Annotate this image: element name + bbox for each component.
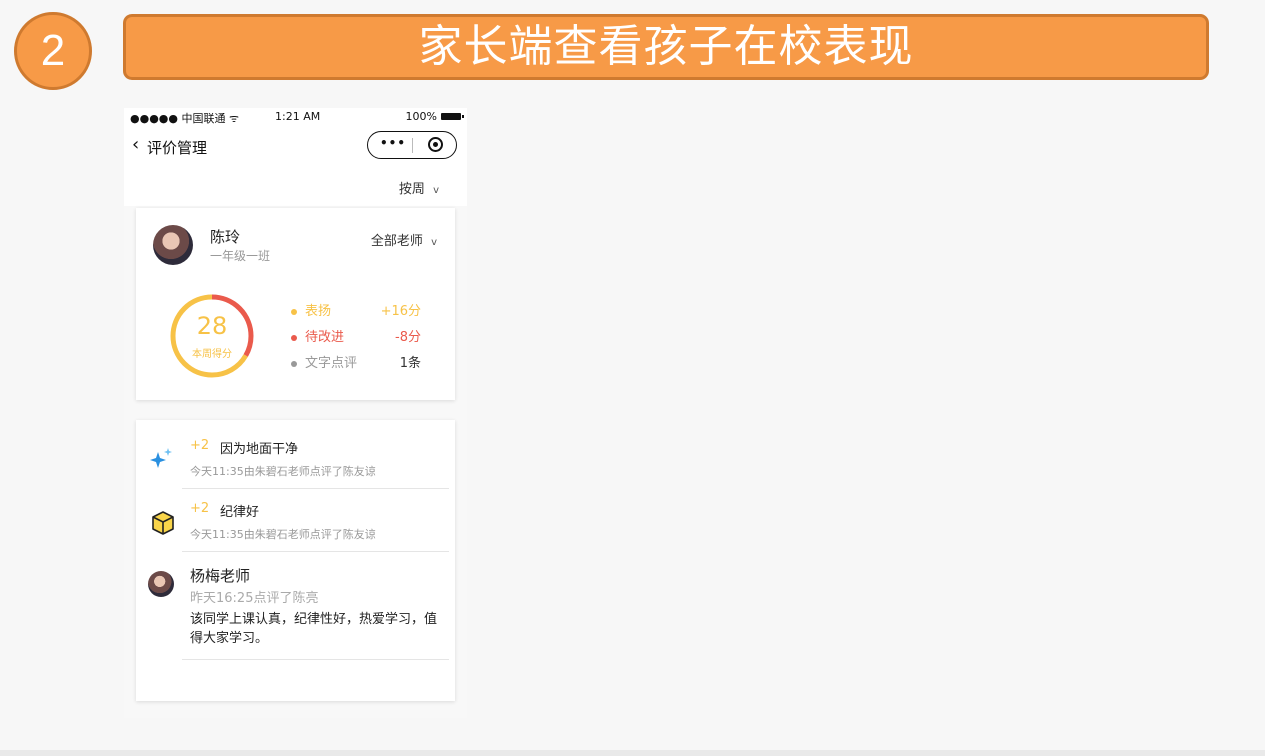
more-dots-icon[interactable]: ••• (380, 136, 406, 150)
entry-meta: 今天11:35由朱碧石老师点评了陈友谅 (190, 528, 376, 541)
close-target-icon[interactable] (428, 137, 443, 152)
nav-bar: ‹ 评价管理 ••• (124, 126, 467, 166)
stat-row-improve: 待改进 -8分 (291, 326, 421, 345)
carrier-signal: ●●●●● 中国联通 ᯤ (130, 112, 240, 125)
comment-dot-icon (291, 360, 297, 367)
teacher-avatar (148, 571, 174, 597)
stat-value: 1条 (399, 356, 421, 371)
teacher-name: 杨梅老师 (190, 567, 251, 585)
miniprogram-capsule: ••• (367, 131, 457, 159)
battery-status: 100% (405, 110, 464, 123)
period-filter-dropdown[interactable]: 按周 v (399, 178, 439, 197)
capsule-divider (412, 138, 413, 153)
weekly-score-label: 本周得分 (192, 349, 232, 360)
filter-strip: 按周 v (124, 166, 467, 206)
battery-percent: 100% (405, 110, 437, 123)
phone-mockup: ●●●●● 中国联通 ᯤ 1:21 AM 100% ‹ 评价管理 ••• 按周 … (124, 108, 467, 718)
list-divider (182, 551, 449, 552)
student-avatar (153, 225, 193, 265)
page-title: 评价管理 (147, 139, 208, 157)
praise-dot-icon (291, 308, 297, 315)
student-class: 一年级一班 (210, 249, 271, 263)
bottom-band (0, 750, 1265, 756)
battery-icon (441, 113, 464, 120)
period-filter-label: 按周 (398, 182, 425, 197)
stat-label: 待改进 (305, 330, 345, 345)
teacher-filter-label: 全部老师 (370, 234, 423, 249)
improve-dot-icon (291, 334, 297, 341)
chevron-down-icon: v (431, 237, 437, 248)
list-divider (182, 488, 449, 489)
comment-meta: 昨天16:25点评了陈亮 (190, 591, 319, 606)
stat-value: +16分 (380, 304, 421, 319)
step-number-badge: 2 (14, 12, 92, 90)
back-chevron-icon[interactable]: ‹ (132, 135, 139, 155)
stat-label: 文字点评 (305, 356, 358, 371)
entry-reason: 因为地面干净 (220, 442, 299, 457)
student-name: 陈玲 (210, 228, 241, 246)
stat-value: -8分 (395, 330, 421, 345)
box-icon (152, 511, 174, 535)
stat-row-comment: 文字点评 1条 (291, 352, 421, 371)
sparkle-icon (150, 448, 172, 468)
teacher-filter-dropdown[interactable]: 全部老师 v (371, 230, 437, 249)
slide-title: 家长端查看孩子在校表现 (123, 14, 1209, 80)
stat-label: 表扬 (305, 304, 332, 319)
entry-reason: 纪律好 (220, 505, 260, 520)
weekly-score-value: 28 (196, 312, 228, 340)
evaluation-list-card: +2 因为地面干净 今天11:35由朱碧石老师点评了陈友谅 +2 纪律好 今天1… (136, 420, 455, 701)
comment-text: 该同学上课认真，纪律性好，热爱学习，值得大家学习。 (190, 612, 438, 646)
stat-row-praise: 表扬 +16分 (291, 300, 421, 319)
status-time: 1:21 AM (275, 110, 321, 123)
entry-score: +2 (190, 438, 210, 453)
list-divider (182, 659, 449, 660)
status-bar: ●●●●● 中国联通 ᯤ 1:21 AM 100% (124, 108, 467, 126)
chevron-down-icon: v (433, 185, 439, 196)
entry-score: +2 (190, 501, 210, 516)
entry-meta: 今天11:35由朱碧石老师点评了陈友谅 (190, 465, 376, 478)
score-summary-card: 陈玲 一年级一班 全部老师 v 28 本周得分 表扬 +16分 待改进 -8分 … (136, 208, 455, 400)
